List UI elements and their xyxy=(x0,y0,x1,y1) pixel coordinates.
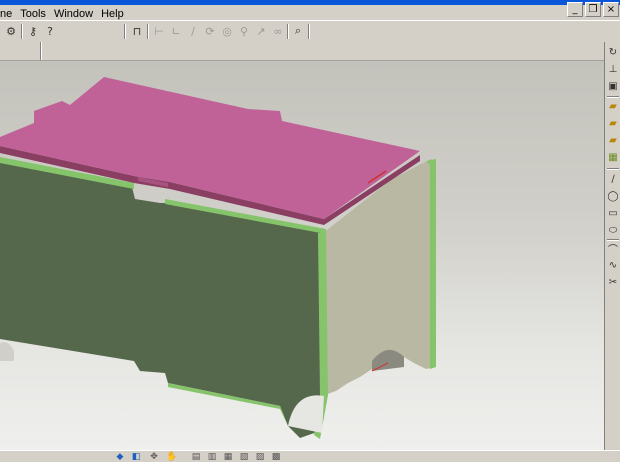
pocket-icon[interactable]: ▰ xyxy=(605,116,620,131)
arc-tool-icon[interactable]: ⌒ xyxy=(605,241,620,256)
toolbar-separator xyxy=(21,24,23,39)
toolbar-divider xyxy=(40,42,42,60)
help-pointer-icon[interactable]: ? xyxy=(42,23,58,39)
toolbar-separator xyxy=(124,24,126,39)
ellipse-tool-icon[interactable]: ⬭ xyxy=(605,223,620,238)
box-icon[interactable]: ▣ xyxy=(605,79,620,94)
zoom-icon[interactable]: ⌕ xyxy=(290,23,306,39)
line-icon[interactable]: ∕ xyxy=(185,23,201,39)
box-model xyxy=(0,77,436,439)
link-icon[interactable]: ∞ xyxy=(270,23,286,39)
spline-tool-icon[interactable]: ∿ xyxy=(605,258,620,273)
menu-item-help[interactable]: Help xyxy=(97,8,128,20)
key-icon[interactable]: ⚷ xyxy=(25,23,41,39)
angle-icon[interactable]: ∟ xyxy=(168,23,184,39)
toolbar-separator xyxy=(308,24,310,39)
secondary-toolbar xyxy=(0,42,620,61)
axis-icon[interactable]: ⊥ xyxy=(605,62,620,77)
revolve-icon[interactable]: ▰ xyxy=(605,133,620,148)
rectangle-tool-icon[interactable]: ▭ xyxy=(605,206,620,221)
main-toolbar: ⚙ ⚷ ? ⊓ ⊢ ∟ ∕ ⟳ ◎ ⚲ ↗ ∞ ⌕ xyxy=(0,20,620,43)
bottom-toolbar: ◆ ◧ ✥ ✋ ▤ ▥ ▦ ▧ ▨ ▩ xyxy=(0,450,620,462)
gear-icon[interactable]: ⚙ xyxy=(3,23,19,39)
right-toolbar: ↻ ⊥ ▣ ▰ ▰ ▰ ▦ ∕ ◯ ▭ ⬭ ⌒ ∿ ✂ xyxy=(604,42,620,450)
circle-tool-icon[interactable]: ◯ xyxy=(605,189,620,204)
arrow-icon[interactable]: ↗ xyxy=(253,23,269,39)
menu-item-tools[interactable]: Tools xyxy=(16,8,50,20)
menu-item-file[interactable]: ne xyxy=(0,8,16,20)
minimize-button[interactable]: _ xyxy=(567,2,583,17)
target-icon[interactable]: ◎ xyxy=(219,23,235,39)
pattern-icon[interactable]: ▦ xyxy=(605,150,620,165)
dimension-icon[interactable]: ⊢ xyxy=(151,23,167,39)
menu-item-window[interactable]: Window xyxy=(50,8,97,20)
rotate-icon[interactable]: ⟳ xyxy=(202,23,218,39)
3d-viewport[interactable] xyxy=(0,61,604,450)
measure-icon[interactable]: ⊓ xyxy=(129,23,145,39)
toolbar-separator xyxy=(607,96,619,98)
toolbar-separator xyxy=(607,168,619,170)
front-panel-foot xyxy=(0,342,14,361)
restore-button[interactable]: ❐ xyxy=(585,2,601,17)
toolbar-separator xyxy=(287,24,289,39)
extrude-icon[interactable]: ▰ xyxy=(605,99,620,114)
close-button[interactable]: × xyxy=(603,2,619,17)
trim-tool-icon[interactable]: ✂ xyxy=(605,275,620,290)
pin-icon[interactable]: ⚲ xyxy=(236,23,252,39)
toolbar-separator xyxy=(147,24,149,39)
sketch-icon[interactable]: ↻ xyxy=(605,45,620,60)
window-controls: _ ❐ × xyxy=(566,0,620,22)
line-tool-icon[interactable]: ∕ xyxy=(605,172,620,187)
